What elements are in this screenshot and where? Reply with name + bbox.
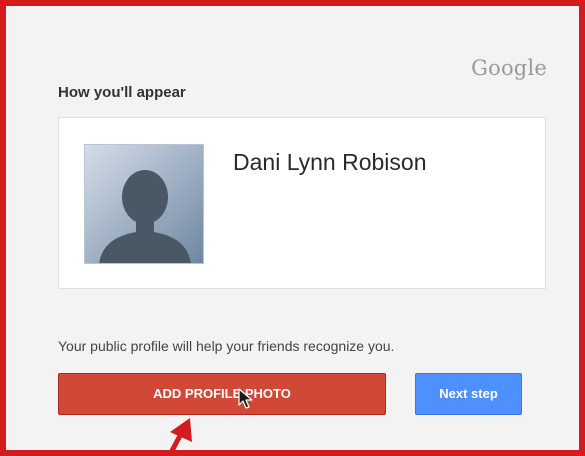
highlight-frame: Google How you'll appear Dani Lynn Robis… <box>0 0 585 456</box>
section-heading: How you'll appear <box>58 84 186 101</box>
avatar <box>84 144 204 264</box>
next-step-button[interactable]: Next step <box>415 373 522 415</box>
profile-name: Dani Lynn Robison <box>233 149 427 175</box>
person-silhouette-icon <box>99 170 191 263</box>
google-logo: Google <box>471 56 547 80</box>
red-arrow-icon <box>169 418 192 450</box>
add-profile-photo-button[interactable]: ADD PROFILE PHOTO <box>58 373 386 415</box>
mouse-pointer-icon <box>238 388 253 409</box>
profile-setup-panel: Google How you'll appear Dani Lynn Robis… <box>10 6 579 450</box>
profile-hint-text: Your public profile will help your frien… <box>58 338 395 354</box>
profile-preview-card: Dani Lynn Robison <box>58 117 546 289</box>
